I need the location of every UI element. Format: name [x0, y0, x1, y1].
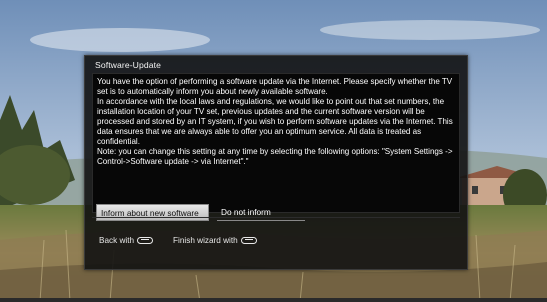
dialog-title: Software-Update — [95, 60, 161, 70]
finish-hint-label: Finish wizard with — [173, 236, 238, 245]
dialog-paragraph-note: Note: you can change this setting at any… — [97, 147, 453, 167]
dialog-message-box: You have the option of performing a soft… — [92, 73, 460, 213]
back-key-icon — [137, 237, 154, 244]
dialog-paragraph-privacy: In accordance with the local laws and re… — [97, 97, 453, 147]
dialog-message: You have the option of performing a soft… — [97, 77, 455, 167]
back-hint-label: Back with — [99, 236, 135, 245]
footer-hints: Back with Finish wizard with — [99, 236, 257, 245]
inform-button[interactable]: Inform about new software — [96, 204, 209, 221]
end-key-icon — [240, 237, 257, 244]
software-update-dialog: Software-Update You have the option of p… — [84, 55, 468, 270]
divider — [92, 217, 460, 218]
dialog-paragraph-intro: You have the option of performing a soft… — [97, 77, 453, 97]
do-not-inform-button[interactable]: Do not inform — [217, 204, 305, 221]
